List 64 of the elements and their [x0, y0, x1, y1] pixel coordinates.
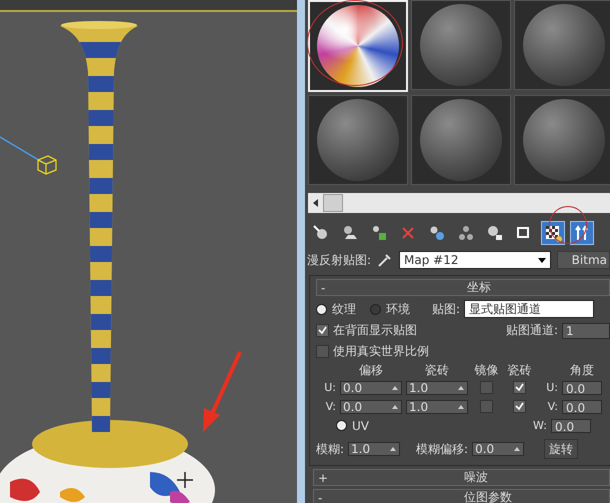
diffuse-map-label: 漫反射贴图: [307, 252, 372, 268]
axis-label: V: [546, 400, 558, 413]
map-name-dropdown[interactable]: Map #12 [399, 251, 552, 269]
angle-field[interactable]: 0.0 [562, 400, 602, 414]
tile-checkbox[interactable] [513, 400, 526, 413]
rotate-button[interactable]: 旋转 [544, 439, 578, 459]
map-label: 贴图: [432, 300, 460, 318]
scrollbar-thumb[interactable] [323, 194, 343, 212]
spheres-icon [428, 224, 446, 242]
rollout-header[interactable]: - 位图参数 [313, 489, 610, 503]
cube-gizmo-icon[interactable] [37, 155, 57, 175]
radio-option[interactable]: UV [336, 418, 369, 432]
sphere-plane-icon [341, 224, 359, 242]
radio-option[interactable]: 纹理 [316, 300, 356, 318]
mapping-dropdown[interactable]: 显式贴图通道 [464, 300, 594, 318]
axis-line [0, 136, 42, 163]
checkbox-label[interactable]: 在背面显示贴图 [333, 322, 417, 339]
blur-offset-spinner[interactable]: 0.0 [472, 442, 524, 456]
blur-offset-label: 模糊偏移: [416, 440, 468, 458]
mirror-checkbox[interactable] [480, 381, 493, 394]
column-header: 镜像 [474, 362, 498, 378]
checkbox[interactable] [316, 324, 329, 337]
angle-field[interactable]: 0.0 [562, 380, 602, 394]
column-header: 瓷砖 [425, 362, 449, 378]
column-header: 瓷砖 [508, 362, 532, 378]
axis-label: V: [324, 400, 336, 413]
toolbar-button[interactable] [570, 221, 594, 245]
column-header: 角度 [570, 362, 594, 378]
mirror-checkbox[interactable] [480, 400, 493, 413]
offset-spinner[interactable]: 0.0 [340, 400, 402, 414]
offset-spinner[interactable]: 0.0 [340, 380, 402, 394]
sphere-cube-icon [370, 224, 388, 242]
tile-checkbox[interactable] [513, 381, 526, 394]
tiling-spinner[interactable]: 1.0 [406, 400, 468, 414]
sphere-box-icon [486, 224, 504, 242]
crosshair-cursor-icon [176, 471, 194, 489]
map-channel-field[interactable]: 1 [562, 322, 610, 338]
tiling-spinner[interactable]: 1.0 [406, 380, 468, 394]
three-spheres-icon [457, 224, 475, 242]
viewport[interactable] [0, 0, 297, 503]
horizontal-scrollbar[interactable] [308, 193, 610, 213]
column-header: 偏移 [359, 362, 383, 378]
sphere-dropper-icon [312, 224, 330, 242]
toolbar-button[interactable] [541, 221, 565, 245]
caret-icon [538, 258, 546, 262]
angle-field[interactable]: 0.0 [551, 418, 591, 432]
annotation-circle-icon [307, 0, 403, 86]
map-channel-label: 贴图通道: [506, 322, 558, 339]
annotation-circle-icon [549, 206, 587, 244]
axis-label: W: [532, 419, 547, 432]
checker-icon [544, 224, 562, 242]
axis-label: U: [545, 381, 558, 394]
blur-spinner[interactable]: 1.0 [348, 442, 400, 456]
rollout-header[interactable]: - 坐标 [316, 279, 610, 296]
radio-option[interactable]: 环境 [370, 300, 410, 318]
checkbox-label[interactable]: 使用真实世界比例 [333, 343, 429, 360]
axis-label: U: [323, 381, 336, 394]
eyedropper-icon[interactable] [377, 252, 394, 268]
left-arrow-icon[interactable] [313, 199, 318, 207]
checkbox[interactable] [316, 345, 329, 358]
blur-label: 模糊: [316, 440, 344, 458]
material-sphere-icon [317, 5, 399, 87]
map-type-button[interactable]: Bitma [557, 251, 610, 269]
rollout-header[interactable]: + 噪波 [313, 469, 610, 486]
